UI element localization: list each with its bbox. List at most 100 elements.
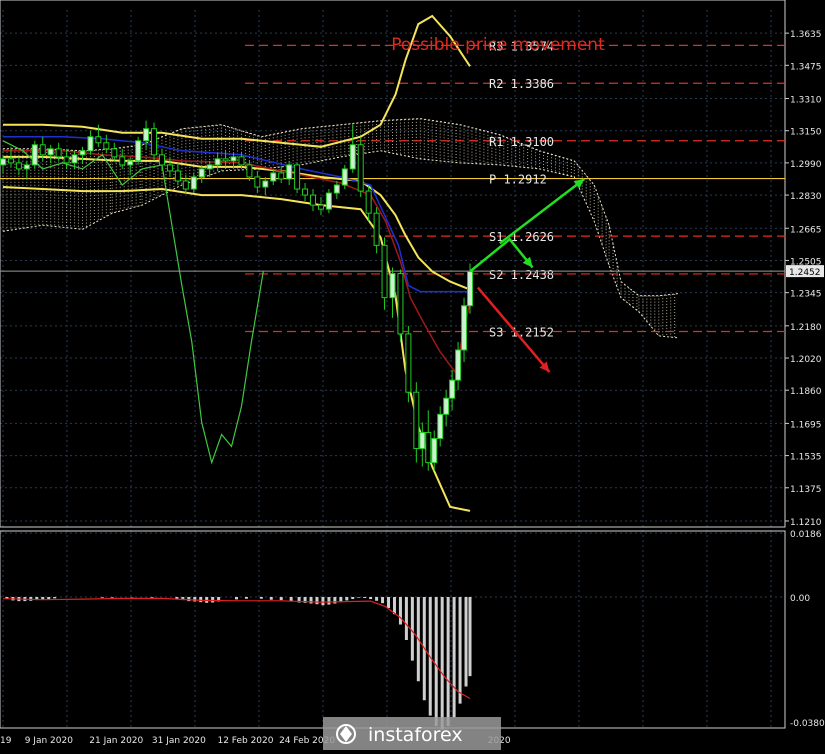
candle-body <box>182 180 189 190</box>
candle-body <box>349 144 356 170</box>
candle-body <box>15 162 22 170</box>
candle-body <box>389 273 396 299</box>
chart-root: R3 1.3574 R2 1.3386 R1 1.3100 P 1.2912 S1 1.… <box>0 0 825 750</box>
candle-body <box>365 190 372 214</box>
candle-body <box>431 437 438 464</box>
pivot-label-s1: S1 1.2626 <box>489 230 554 244</box>
candle-body <box>87 136 94 152</box>
candle-body <box>0 158 6 166</box>
candle-body <box>47 148 54 156</box>
candle-body <box>71 154 78 164</box>
price-axis-label: 1.1695 <box>790 420 822 430</box>
candle-body <box>405 333 412 393</box>
candle-body <box>357 144 364 192</box>
candle-body <box>278 172 285 180</box>
candle <box>135 136 142 165</box>
candle-body <box>238 156 245 166</box>
candle-body <box>95 136 102 144</box>
pivot-label-p: P 1.2912 <box>489 173 547 187</box>
price-axis-label: 1.2990 <box>790 160 822 170</box>
candle-body <box>31 144 38 166</box>
candle-body <box>325 192 332 210</box>
brand-name: instaforex <box>368 724 463 746</box>
candle-body <box>461 305 468 351</box>
candle-body <box>127 160 134 166</box>
candle-body <box>455 349 462 381</box>
candle-body <box>143 128 150 142</box>
candle-body <box>302 188 309 196</box>
candle-body <box>310 194 317 206</box>
candle-body <box>262 180 269 188</box>
time-axis-label: 12 Feb 2020 <box>217 736 273 746</box>
candle-body <box>174 170 181 182</box>
candle-body <box>222 158 229 162</box>
price-axis-label: 1.1375 <box>790 485 822 495</box>
candle-body <box>198 168 205 178</box>
candle-body <box>111 148 118 158</box>
price-axis-label: 1.3310 <box>790 96 822 106</box>
histogram-axis-label: 0.00 <box>790 594 810 604</box>
candle <box>405 325 412 403</box>
pivot-label-s2: S2 1.2438 <box>489 268 554 282</box>
price-chart: R3 1.3574R2 1.3386R1 1.3100P 1.2912S1 1.… <box>0 0 825 750</box>
candle-body <box>397 273 404 335</box>
price-axis-label: 1.3475 <box>790 62 822 72</box>
price-axis-label: 1.2665 <box>790 225 822 235</box>
price-axis-label: 1.1210 <box>790 518 822 528</box>
candle-body <box>413 391 420 450</box>
candle-body <box>254 176 261 188</box>
candle-body <box>230 156 237 162</box>
brand-logo: instaforex <box>323 717 501 750</box>
time-axis-label: 21 Jan 2020 <box>89 736 143 746</box>
candle-body <box>286 164 293 180</box>
candle-body <box>206 164 213 170</box>
price-axis-label: 1.3635 <box>790 30 822 40</box>
candle-body <box>135 140 142 162</box>
candle-body <box>79 150 86 156</box>
candle-body <box>214 158 221 166</box>
time-axis-label: 9 Jan 2020 <box>25 736 73 746</box>
price-axis-label: 1.2180 <box>790 323 822 333</box>
candle <box>325 189 332 214</box>
candle-body <box>119 156 126 166</box>
candle-body <box>443 397 450 415</box>
candle-body <box>419 431 426 450</box>
candle-body <box>341 168 348 186</box>
current-price-label: 1.2452 <box>789 268 821 278</box>
candle-body <box>246 164 253 178</box>
candle-body <box>63 156 70 164</box>
candle-body <box>467 271 473 307</box>
time-axis-label: 19 <box>0 736 12 746</box>
histogram-axis-label: 0.0186 <box>790 530 822 540</box>
candle-body <box>333 184 340 194</box>
price-axis-label: 1.3150 <box>790 128 822 138</box>
time-axis-label: 31 Jan 2020 <box>152 736 206 746</box>
candle <box>341 164 348 190</box>
pivot-label-r2: R2 1.3386 <box>489 77 554 91</box>
candle-body <box>158 154 165 166</box>
chart-title: Possible price movement <box>391 35 605 55</box>
candle-body <box>437 413 444 439</box>
candle <box>294 162 301 194</box>
price-axis-label: 1.2345 <box>790 290 822 300</box>
candle-body <box>166 164 173 172</box>
candle-body <box>381 244 388 299</box>
price-axis-label: 1.1535 <box>790 453 822 463</box>
candle <box>31 140 38 169</box>
candle-body <box>190 176 197 190</box>
candle-body <box>317 204 324 210</box>
price-axis-label: 1.2020 <box>790 355 822 365</box>
pivot-label-r1: R1 1.3100 <box>489 135 554 149</box>
candle-body <box>294 164 301 190</box>
candle-body <box>425 431 432 464</box>
candle-body <box>39 144 46 156</box>
candle <box>357 136 364 198</box>
candle-body <box>55 148 62 158</box>
candle <box>151 122 158 161</box>
candle-body <box>449 379 456 399</box>
candle-body <box>373 212 380 246</box>
candle-body <box>7 158 14 164</box>
histogram-axis-label: -0.03808 <box>790 719 825 729</box>
candle-body <box>103 142 110 150</box>
candle-body <box>23 164 30 170</box>
